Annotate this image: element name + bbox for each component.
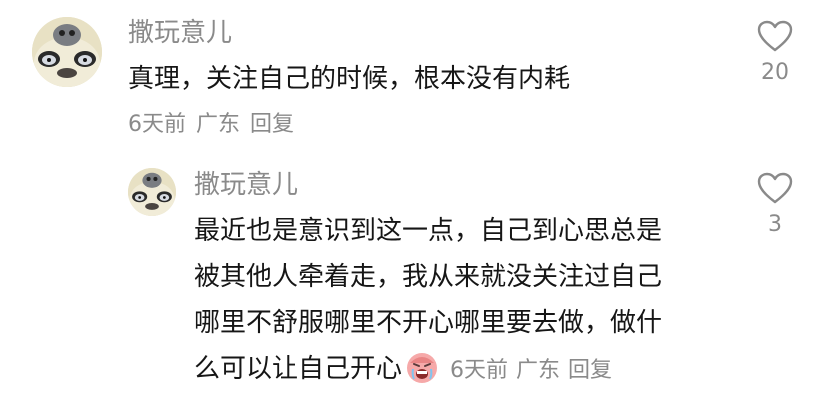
reply-text-line: 最近也是意识到这一点，自己到心思总是	[194, 216, 663, 246]
comment-thread: 撒玩意儿 真理，关注自己的时候，根本没有内耗 6天前 广东 回复 20 撒玩意儿 最…	[0, 0, 828, 400]
comment-like-count: 20	[761, 60, 789, 85]
avatar[interactable]	[32, 17, 102, 87]
reply-text-line: 么可以让自己开心	[194, 354, 403, 384]
reply-text: 最近也是意识到这一点，自己到心思总是 被其他人牵着走，我从来就没关注过自己 哪里…	[194, 208, 662, 392]
reply-avatar[interactable]	[128, 168, 176, 216]
reply-time: 6天前	[450, 358, 509, 383]
reply-text-line: 被其他人牵着走，我从来就没关注过自己	[194, 262, 663, 292]
reply-meta: 6天前 广东 回复	[450, 358, 620, 383]
reply-username[interactable]: 撒玩意儿	[194, 170, 298, 200]
comment-username[interactable]: 撒玩意儿	[128, 18, 232, 48]
reply-last-line: 么可以让自己开心 6天前 广东 回复	[194, 346, 662, 392]
reply-reply-button[interactable]: 回复	[568, 358, 612, 383]
avatar-image	[32, 17, 102, 87]
heart-icon	[757, 20, 793, 52]
crying-face-emoji-icon	[407, 353, 438, 383]
heart-icon	[757, 172, 793, 204]
avatar-image	[128, 168, 176, 216]
reply-location: 广东	[516, 358, 561, 383]
comment-time: 6天前	[128, 112, 186, 137]
reply-button[interactable]: 回复	[250, 112, 294, 137]
reply-like-button[interactable]: 3	[740, 172, 810, 238]
comment-location: 广东	[196, 112, 241, 137]
comment-meta: 6天前 广东 回复	[128, 112, 304, 138]
comment-text: 真理，关注自己的时候，根本没有内耗	[128, 64, 571, 94]
reply-text-line: 哪里不舒服哪里不开心哪里要去做，做什	[194, 308, 663, 338]
reply-like-count: 3	[768, 212, 782, 237]
comment-like-button[interactable]: 20	[740, 20, 810, 86]
